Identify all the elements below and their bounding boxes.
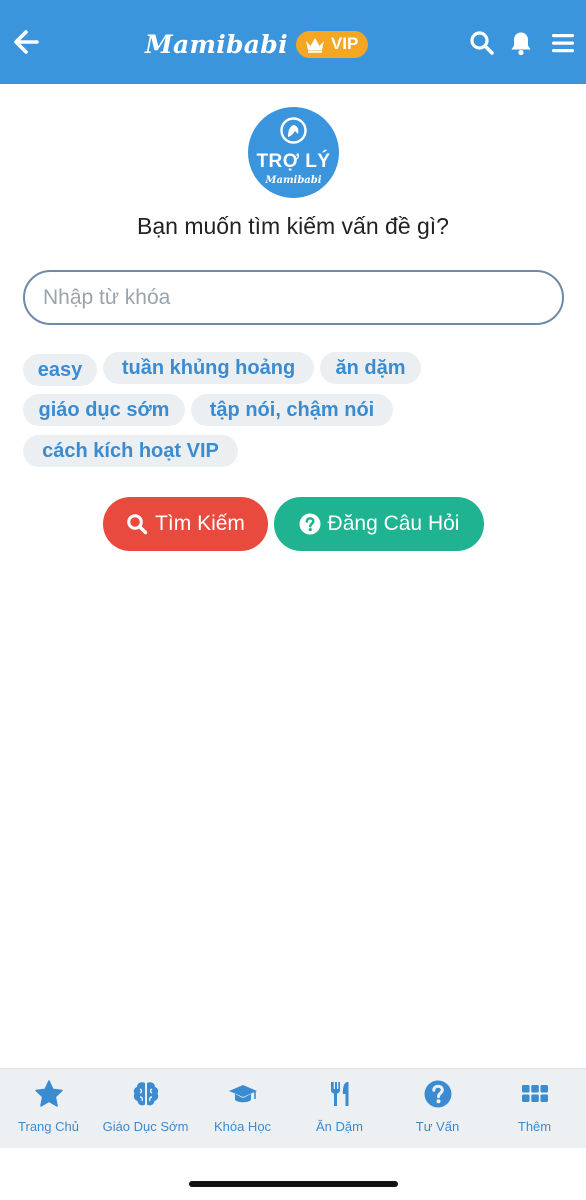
nav-item-home[interactable]: Trang Chủ [0, 1069, 97, 1149]
brand-name: Mamibabi [145, 29, 288, 59]
vip-label: VIP [330, 34, 359, 53]
nav-item-weaning[interactable]: Ăn Dặm [291, 1069, 388, 1149]
tag-chip[interactable]: giáo dục sớm [23, 394, 185, 426]
star-icon [35, 1080, 63, 1107]
search-button[interactable]: Tìm Kiếm [103, 497, 268, 551]
nav-label: Tư Vấn [415, 1119, 460, 1134]
keyword-search-input[interactable] [23, 270, 564, 325]
nav-label: Thêm [517, 1119, 552, 1134]
home-indicator[interactable] [189, 1181, 398, 1187]
nav-label: Giáo Dục Sớm [102, 1119, 189, 1134]
tag-chip[interactable]: tập nói, chậm nói [191, 394, 393, 426]
hamburger-menu-icon[interactable] [550, 30, 576, 56]
grid-icon [522, 1085, 548, 1102]
post-question-label: Đăng Câu Hỏi [327, 512, 460, 535]
utensils-icon [331, 1082, 349, 1106]
search-button-label: Tìm Kiếm [155, 512, 245, 535]
logo-subtitle: Mamibabi [265, 175, 322, 186]
back-arrow-icon[interactable] [12, 28, 40, 56]
tag-chip[interactable]: cách kích hoạt VIP [23, 435, 238, 467]
mother-baby-icon [280, 117, 307, 144]
logo-title: TRỢ LÝ [256, 151, 331, 172]
question-circle-icon [299, 513, 321, 535]
nav-item-early-education[interactable]: Giáo Dục Sớm [97, 1069, 194, 1149]
tag-chip[interactable]: tuần khủng hoảng [103, 352, 314, 384]
graduation-cap-icon [229, 1085, 257, 1103]
post-question-button[interactable]: Đăng Câu Hỏi [274, 497, 484, 551]
nav-label: Trang Chủ [18, 1119, 79, 1134]
search-icon[interactable] [469, 30, 495, 56]
assistant-logo: TRỢ LÝ Mamibabi [248, 107, 339, 198]
app-header: Mamibabi VIP [0, 0, 586, 84]
vip-badge[interactable]: VIP [295, 30, 369, 58]
crown-icon [305, 37, 324, 53]
question-circle-icon [424, 1080, 452, 1108]
brand-logo[interactable]: Mamibabi VIP [145, 26, 369, 62]
tag-chip[interactable]: ăn dặm [320, 352, 421, 384]
tag-chip[interactable]: easy [23, 354, 97, 386]
nav-label: Ăn Dặm [316, 1119, 363, 1134]
bottom-navigation: Trang Chủ Giáo Dục Sớm Khóa Học Ăn Dặm T… [0, 1068, 586, 1148]
nav-label: Khóa Học [213, 1119, 272, 1134]
search-prompt: Bạn muốn tìm kiếm vấn đề gì? [137, 213, 449, 239]
nav-item-more[interactable]: Thêm [486, 1069, 586, 1149]
nav-item-consult[interactable]: Tư Vấn [389, 1069, 486, 1149]
nav-item-courses[interactable]: Khóa Học [194, 1069, 291, 1149]
brain-icon [133, 1082, 159, 1106]
search-icon [127, 514, 148, 535]
bell-icon[interactable] [508, 30, 534, 56]
